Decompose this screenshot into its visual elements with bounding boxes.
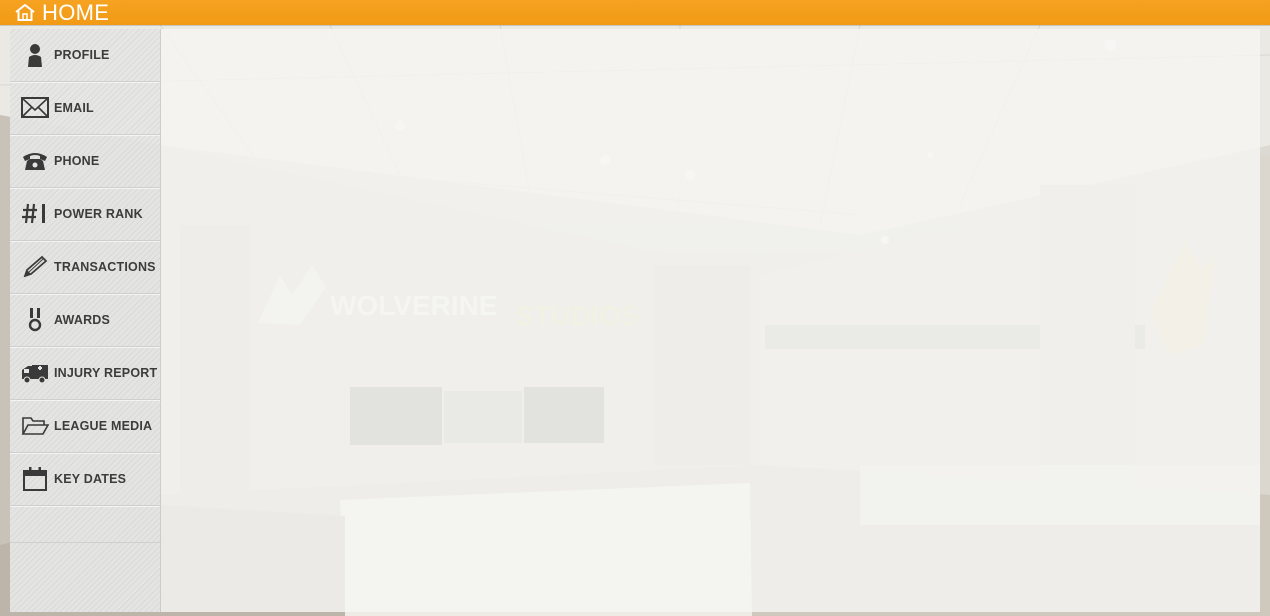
sidebar-item-email[interactable]: EMAIL bbox=[10, 82, 160, 135]
folder-icon bbox=[21, 417, 49, 435]
sidebar-item-label: PHONE bbox=[54, 154, 100, 168]
sidebar-item-transactions[interactable]: TRANSACTIONS bbox=[10, 241, 160, 294]
phone-icon bbox=[23, 153, 47, 170]
hash-rank-icon bbox=[22, 203, 45, 224]
person-icon bbox=[28, 44, 42, 67]
sidebar-item-label: LEAGUE MEDIA bbox=[54, 419, 153, 433]
top-bar: HOME bbox=[0, 0, 1270, 25]
sidebar-item-league-media[interactable]: LEAGUE MEDIA bbox=[10, 400, 160, 453]
sidebar-item-label: KEY DATES bbox=[54, 472, 127, 486]
sidebar-spacer bbox=[10, 506, 160, 543]
calendar-icon bbox=[23, 467, 47, 491]
sidebar-item-power-rank[interactable]: POWER RANK bbox=[10, 188, 160, 241]
sidebar-nav: PROFILE EMAIL PHONE POWER RANK TRANSACTI… bbox=[10, 29, 161, 612]
sidebar-item-label: PROFILE bbox=[54, 48, 110, 62]
sidebar-item-label: TRANSACTIONS bbox=[54, 260, 156, 274]
sidebar-item-phone[interactable]: PHONE bbox=[10, 135, 160, 188]
main-content-panel bbox=[10, 29, 1260, 612]
envelope-icon bbox=[21, 97, 49, 118]
sidebar-item-label: POWER RANK bbox=[54, 207, 143, 221]
page-title: HOME bbox=[42, 0, 110, 25]
sidebar-item-label: INJURY REPORT bbox=[54, 366, 158, 380]
sidebar-item-label: AWARDS bbox=[54, 313, 111, 327]
sidebar-item-injury-report[interactable]: INJURY REPORT bbox=[10, 347, 160, 400]
sidebar-item-profile[interactable]: PROFILE bbox=[10, 29, 160, 82]
sidebar-item-awards[interactable]: AWARDS bbox=[10, 294, 160, 347]
pencil-icon bbox=[23, 255, 48, 278]
sidebar-item-label: EMAIL bbox=[54, 101, 94, 115]
home-icon[interactable] bbox=[14, 3, 36, 22]
medal-icon bbox=[28, 308, 42, 332]
sidebar-item-key-dates[interactable]: KEY DATES bbox=[10, 453, 160, 506]
ambulance-icon bbox=[22, 365, 48, 384]
